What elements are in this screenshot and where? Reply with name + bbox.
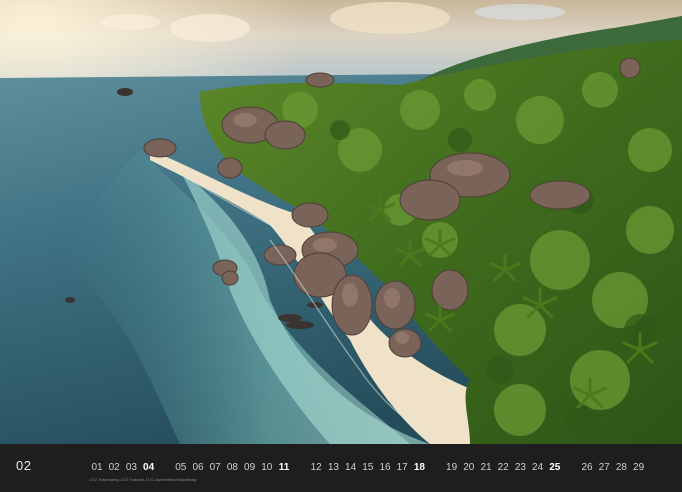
day: 29 (633, 462, 645, 473)
day: 28 (615, 462, 627, 473)
day: 21 (480, 462, 492, 473)
day-sunday: 11 (278, 462, 290, 473)
holidays-note: 12.02. Rosenmontag, 13.02. Fastnacht, 14… (89, 478, 197, 482)
day: 17 (396, 462, 408, 473)
day: 10 (261, 462, 273, 473)
day: 05 (175, 462, 187, 473)
day: 08 (226, 462, 238, 473)
day-sunday: 04 (143, 462, 155, 473)
day: 23 (514, 462, 526, 473)
day: 24 (532, 462, 544, 473)
day: 07 (209, 462, 221, 473)
day: 09 (244, 462, 256, 473)
day-sunday: 18 (413, 462, 425, 473)
day: 16 (379, 462, 391, 473)
month-number: 02 (16, 458, 32, 473)
landscape-photo (0, 0, 682, 444)
day: 14 (345, 462, 357, 473)
day-sunday: 25 (549, 462, 561, 473)
day: 27 (598, 462, 610, 473)
day: 15 (362, 462, 374, 473)
day: 26 (581, 462, 593, 473)
day: 06 (192, 462, 204, 473)
day: 22 (497, 462, 509, 473)
day: 19 (446, 462, 458, 473)
day: 13 (327, 462, 339, 473)
day: 12 (310, 462, 322, 473)
day: 01 (91, 462, 103, 473)
day: 20 (463, 462, 475, 473)
day: 02 (108, 462, 120, 473)
day: 03 (125, 462, 137, 473)
calendar-page: Beachfront Anse Source d'Argent, La Digu… (0, 0, 682, 492)
